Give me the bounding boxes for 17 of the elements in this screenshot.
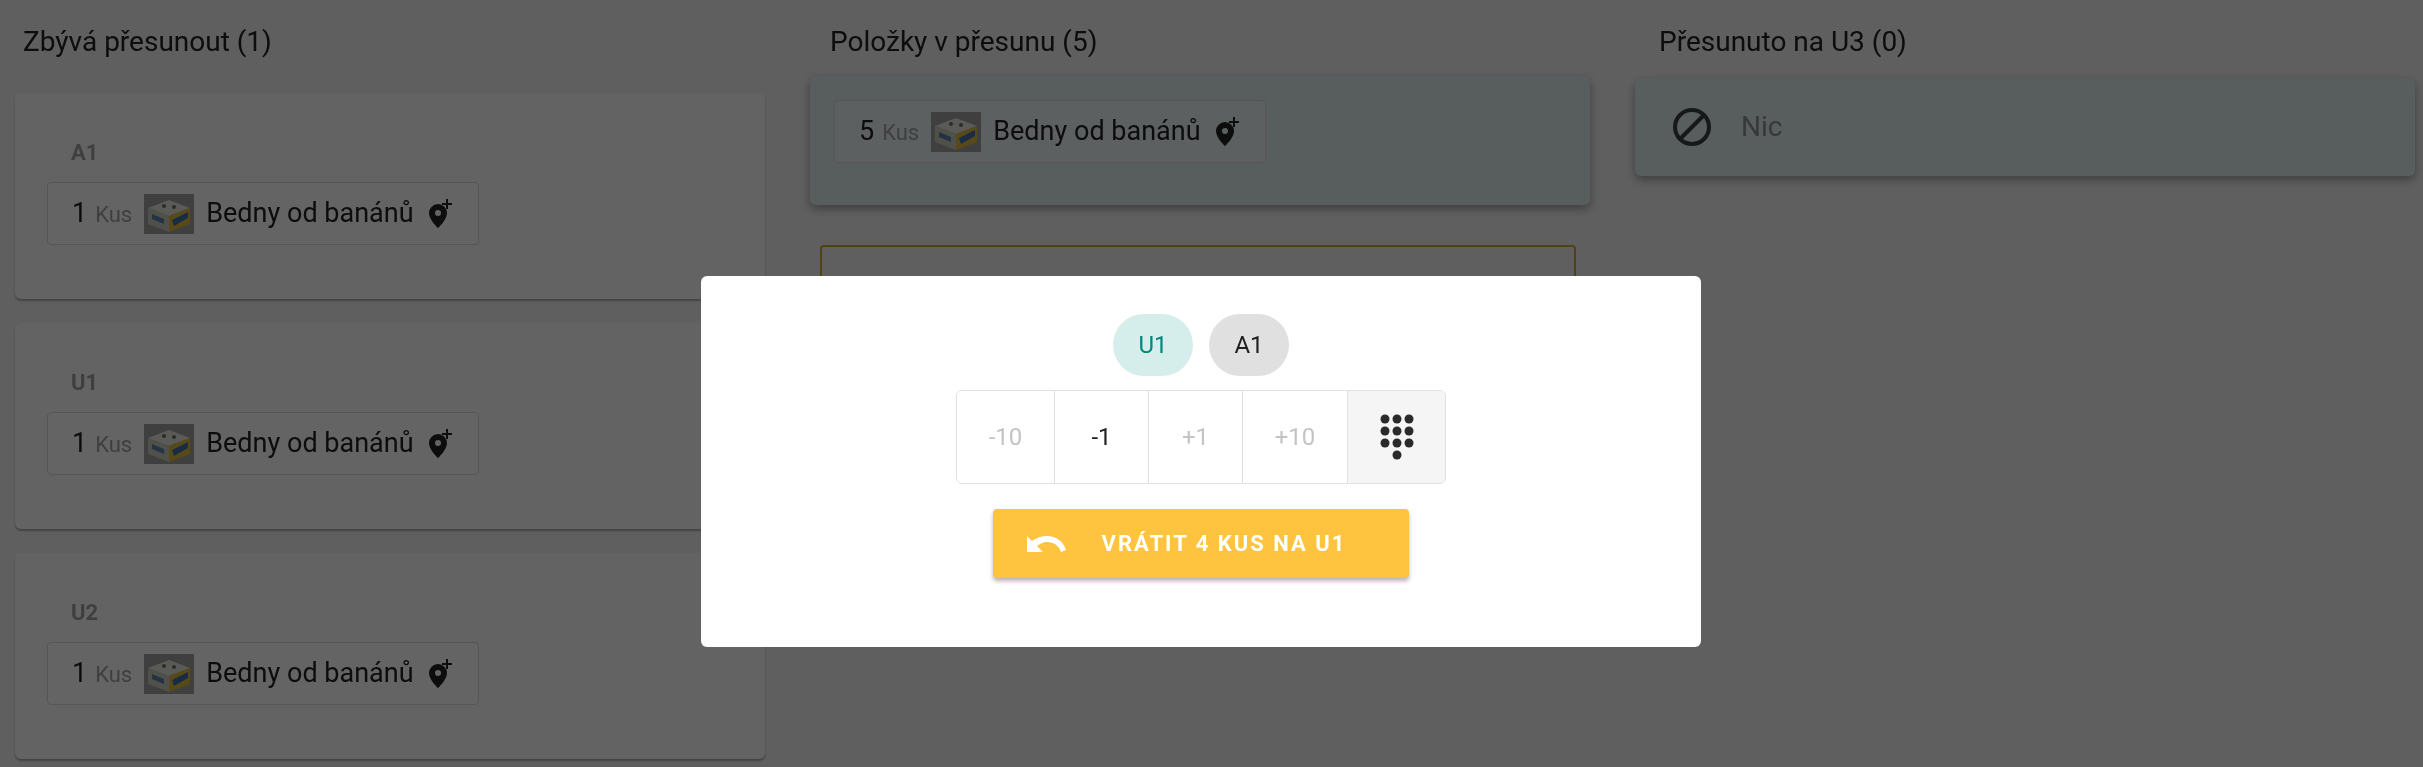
dialpad-icon: [1378, 413, 1415, 461]
column-title: Položky v přesunu (5): [829, 24, 1099, 60]
location-chip[interactable]: A1: [1209, 314, 1289, 376]
quantity: 1: [72, 656, 88, 692]
block-icon: [1671, 106, 1713, 148]
button-label: VRÁTIT 4 KUS NA U1: [1100, 529, 1348, 558]
quantity: 1: [72, 426, 88, 462]
column-title: Přesunuto na U3 (0): [1658, 24, 1908, 60]
item-name: Bedny od banánů: [993, 114, 1201, 150]
location-chip[interactable]: U1: [1113, 314, 1193, 376]
quantity: 5: [859, 114, 875, 150]
item-name: Bedny od banánů: [206, 656, 414, 692]
item-name: Bedny od banánů: [206, 426, 414, 462]
column-title: Zbývá přesunout (1): [22, 24, 273, 60]
quantity: 1: [72, 196, 88, 232]
keypad-button[interactable]: [1348, 391, 1445, 483]
item-name: Bedny od banánů: [206, 196, 414, 232]
